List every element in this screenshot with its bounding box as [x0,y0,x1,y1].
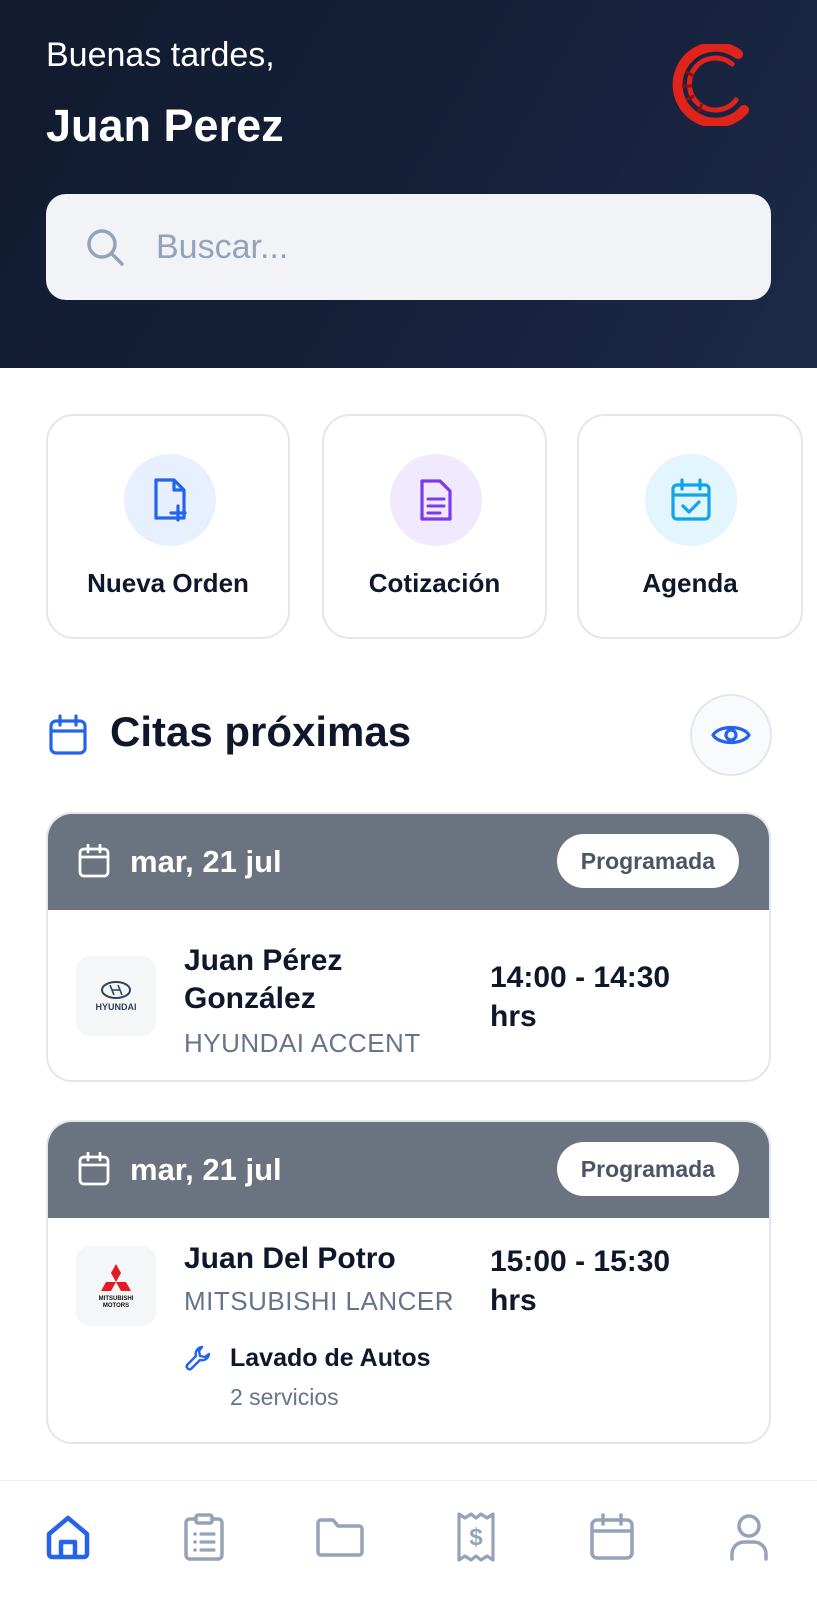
time-unit: hrs [490,1284,537,1317]
quick-action-agenda[interactable]: Agenda [577,414,803,639]
nav-calendar[interactable] [584,1509,640,1565]
status-badge: Programada [556,1142,739,1196]
calendar-icon [78,844,110,878]
vehicle-name: MITSUBISHI LANCER [184,1286,454,1316]
service-count: 2 servicios [230,1384,339,1410]
calendar-icon [49,714,87,755]
receipt-icon: $ [457,1512,495,1562]
clipboard-icon [184,1513,224,1561]
time-range: 15:00 - 15:30 [490,1245,671,1278]
quick-action-cotizacion[interactable]: Cotización [322,414,547,639]
nav-profile[interactable] [721,1509,777,1565]
greeting-text: Buenas tardes, [46,36,275,74]
wrench-icon [185,1345,211,1371]
folder-icon [316,1518,364,1557]
appointment-time: 15:00 - 15:30 hrs [490,1242,670,1320]
quick-action-nueva-orden[interactable]: Nueva Orden [46,414,290,639]
client-name: Juan Del Potro [184,1242,396,1275]
mitsubishi-logo-text: MOTORS [103,1303,129,1309]
time-unit: hrs [490,1000,537,1033]
calendar-check-icon [671,478,711,521]
time-range: 14:00 - 14:30 [490,961,671,994]
dollar-glyph: $ [469,1524,483,1551]
quick-action-label: Nueva Orden [87,568,249,598]
file-plus-icon [154,478,187,522]
nav-orders[interactable] [176,1509,232,1565]
appointment-date: mar, 21 jul [130,1152,282,1187]
quick-action-label: Agenda [642,568,738,598]
client-name: Juan Pérez González [184,942,342,1018]
calendar-icon [78,1152,110,1186]
hyundai-logo-text: HYUNDAI [95,1002,136,1012]
appointment-date: mar, 21 jul [130,844,282,879]
search-icon [87,229,124,266]
appointment-card[interactable]: mar, 21 jul Programada MITSUBISHI MOTORS… [46,1120,771,1444]
user-icon [730,1514,768,1561]
hyundai-logo: HYUNDAI [76,956,156,1036]
search-input[interactable] [156,227,716,267]
client-name-line: González [184,982,316,1015]
user-name: Juan Perez [46,100,284,151]
vehicle-name: HYUNDAI ACCENT [184,1028,421,1058]
status-badge: Programada [556,834,739,888]
quick-action-icon-bg [645,454,737,546]
section-title: Citas próximas [110,708,412,755]
appointment-card[interactable]: mar, 21 jul Programada HYUNDAI Juan Pére… [46,812,771,1082]
quick-action-icon-bg [124,454,216,546]
brand-logo-icon [672,44,749,126]
appointment-card-header: mar, 21 jul Programada [48,814,769,910]
header: Buenas tardes, Juan Perez [0,0,817,368]
mitsubishi-logo: MITSUBISHI MOTORS [76,1246,156,1326]
nav-folders[interactable] [312,1509,368,1565]
home-icon [46,1515,90,1560]
nav-home[interactable] [40,1509,96,1565]
mitsubishi-logo-mark: MITSUBISHI MOTORS [99,1264,134,1309]
bottom-nav: $ [0,1480,817,1600]
client-name-line: Juan Pérez [184,944,343,977]
appointment-card-header: mar, 21 jul Programada [48,1122,769,1218]
eye-icon [711,725,751,745]
appointment-time: 14:00 - 14:30 hrs [490,958,670,1036]
mitsubishi-logo-text: MITSUBISHI [99,1296,134,1302]
quick-action-label: Cotización [368,568,501,598]
calendar-icon [590,1513,634,1560]
search-bar[interactable] [46,194,771,300]
hyundai-logo-mark: HYUNDAI [95,981,137,1012]
service-name: Lavado de Autos [230,1344,431,1372]
toggle-visibility-button[interactable] [690,694,772,776]
document-icon [420,479,452,521]
quick-action-icon-bg [390,454,482,546]
nav-billing[interactable]: $ [448,1509,504,1565]
